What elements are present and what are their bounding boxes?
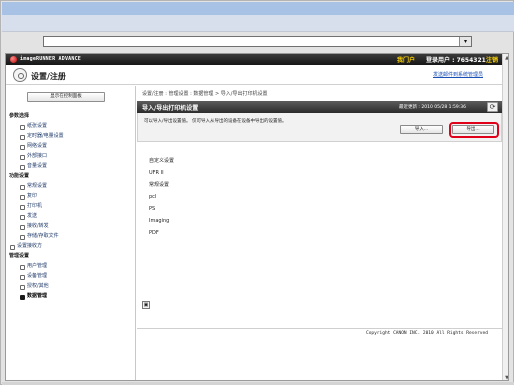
login-user-text: 登录用户 : 7654321 xyxy=(426,57,486,64)
logout-link[interactable]: 注销 xyxy=(486,55,498,64)
export-button-highlight xyxy=(449,122,499,138)
product-name: imageRUNNER ADVANCE xyxy=(20,56,81,62)
sidebar-item-user-management[interactable]: 用户管理 xyxy=(6,261,136,271)
address-dropdown-button[interactable]: ▾ xyxy=(459,37,471,46)
main-panel-button[interactable]: 显示在控制面板 xyxy=(27,92,105,102)
sidebar-item-copy[interactable]: 复印 xyxy=(6,191,136,201)
sidebar-item-paper-settings[interactable]: 纸张设置 xyxy=(6,121,136,131)
sidebar-item-destination[interactable]: 设置接收方 xyxy=(6,241,136,251)
sidebar-item-send[interactable]: 发送 xyxy=(6,211,136,221)
scroll-up-icon[interactable]: ▲ xyxy=(503,54,508,62)
setting-item-ps: PS xyxy=(149,206,156,212)
panel-header: 导入/导出打印机设置 最近更新 : 2010 05/28 1:59:36 ⟳ xyxy=(137,101,502,113)
portal-link[interactable]: 我门户 xyxy=(397,55,415,64)
setting-item-common: 常规设置 xyxy=(149,182,170,188)
sidebar-section-management: 管理设置 xyxy=(9,253,30,259)
scroll-down-icon[interactable]: ▼ xyxy=(503,374,508,380)
sidebar-section-preferences: 参数选择 xyxy=(9,113,30,119)
sidebar-item-external-interface[interactable]: 外部接口 xyxy=(6,151,136,161)
sidebar-item-network[interactable]: 网络设置 xyxy=(6,141,136,151)
web-page: imageRUNNER ADVANCE 我门户 登录用户 : 7654321 注… xyxy=(5,53,509,381)
copyright-text: Copyright CANON INC. 2010 All Rights Res… xyxy=(366,331,488,336)
setting-item-pdf: PDF xyxy=(149,230,159,236)
vertical-scrollbar[interactable]: ▲ ▼ xyxy=(502,54,508,380)
sidebar-item-timer-energy[interactable]: 定时器/电量设置 xyxy=(6,131,136,141)
browser-window: ▾ imageRUNNER ADVANCE 我门户 登录用户 : 7654321… xyxy=(0,0,514,385)
sidebar-item-receive-forward[interactable]: 接收/转发 xyxy=(6,221,136,231)
brand-bar: imageRUNNER ADVANCE 我门户 登录用户 : 7654321 注… xyxy=(6,54,502,65)
setting-item-ufr2: UFR II xyxy=(149,170,164,176)
address-bar[interactable] xyxy=(43,36,472,47)
sidebar-item-printer[interactable]: 打印机 xyxy=(6,201,136,211)
sidebar-item-store-access-files[interactable]: 存储/存取文件 xyxy=(6,231,136,241)
settings-header: 设置/注册 发送邮件到系统管理员 xyxy=(6,65,502,85)
gear-icon xyxy=(13,68,27,82)
info-box: 可以导入/导出设置值。 仅可导入从导出的设备在设备中导出的设置值。 导入... … xyxy=(137,113,502,142)
browser-toolbar xyxy=(2,15,514,32)
settings-list: 自定义设置 UFR II 常规设置 pcl PS Imaging PDF xyxy=(149,155,349,239)
info-text: 可以导入/导出设置值。 仅可导入从导出的设备在设备中导出的设置值。 xyxy=(144,119,287,124)
sidebar-item-device-management[interactable]: 设备管理 xyxy=(6,271,136,281)
sidebar-item-license-other[interactable]: 授权/其他 xyxy=(6,281,136,291)
sidebar: 显示在控制面板 参数选择 纸张设置 定时器/电量设置 网络设置 外部接口 音量设… xyxy=(6,86,136,380)
brand-logo-icon xyxy=(10,56,17,63)
refresh-icon[interactable]: ⟳ xyxy=(487,102,498,112)
sidebar-item-data-management[interactable]: 数据管理 xyxy=(6,291,136,301)
sidebar-item-volume[interactable]: 音量设置 xyxy=(6,161,136,171)
sidebar-nav: 参数选择 纸张设置 定时器/电量设置 网络设置 外部接口 音量设置 功能设置 常… xyxy=(6,111,136,301)
send-email-to-admin-link[interactable]: 发送邮件到系统管理员 xyxy=(433,71,483,78)
setting-item-custom: 自定义设置 xyxy=(149,158,175,164)
breadcrumb: 设置/注册 : 管理设置 : 数据管理 > 导入/导出打印机设置 xyxy=(142,91,268,97)
panel-title: 导入/导出打印机设置 xyxy=(142,105,199,112)
main-content: 设置/注册 : 管理设置 : 数据管理 > 导入/导出打印机设置 导入/导出打印… xyxy=(137,86,502,380)
sidebar-item-common-settings[interactable]: 常规设置 xyxy=(6,181,136,191)
setting-item-pcl: pcl xyxy=(149,194,157,200)
setting-item-imaging: Imaging xyxy=(149,218,170,224)
last-updated-text: 最近更新 : 2010 05/28 1:59:36 xyxy=(399,105,467,110)
print-icon[interactable]: ▣ xyxy=(142,301,150,309)
import-button[interactable]: 导入... xyxy=(400,125,443,134)
sidebar-section-function-settings: 功能设置 xyxy=(9,173,30,179)
browser-title-bar xyxy=(2,2,514,15)
page-title: 设置/注册 xyxy=(31,72,66,81)
footer-divider xyxy=(137,328,502,329)
